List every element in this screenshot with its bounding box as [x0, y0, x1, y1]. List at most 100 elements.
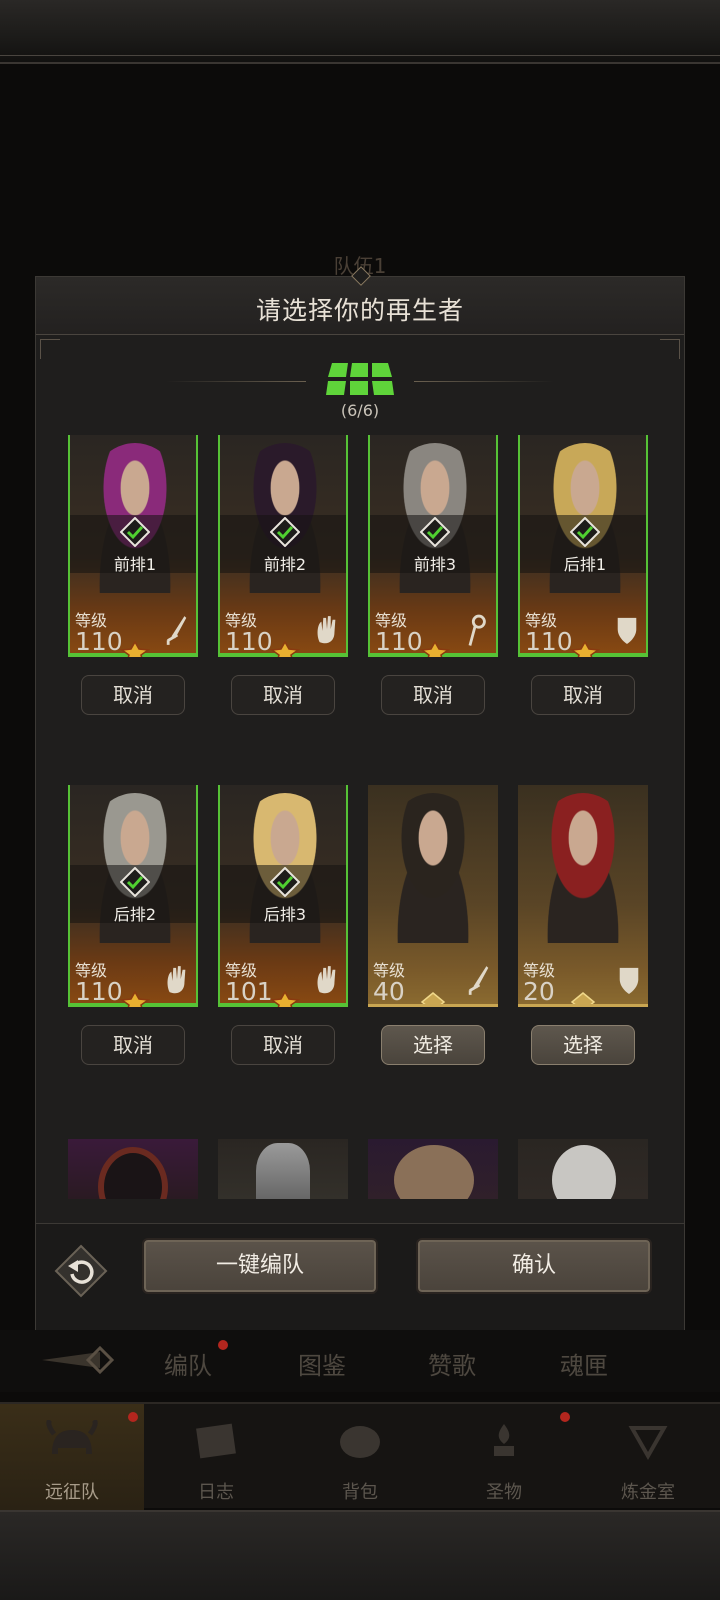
hero-card-partial[interactable] [68, 1139, 198, 1199]
bag-icon [340, 1426, 380, 1458]
tab-hymn[interactable]: 赞歌 [428, 1346, 476, 1381]
alchemy-icon [628, 1426, 668, 1460]
confirm-button[interactable]: 确认 [416, 1238, 652, 1294]
back-arrow-icon[interactable] [40, 1342, 124, 1378]
hero-frame: 等级 20 [518, 785, 648, 1007]
divider-right [414, 381, 554, 382]
cancel-button[interactable]: 取消 [531, 675, 635, 715]
level-value: 40 [373, 977, 405, 1006]
bottom-nav: 远征队 日志 背包 圣物 炼金室 [0, 1402, 720, 1510]
slot-label: 前排3 [413, 555, 457, 574]
hero-card-partial[interactable] [218, 1139, 348, 1199]
rank-diamond-icon [570, 992, 596, 1004]
hero-select-modal: 请选择你的再生者 (6/6) 前排1 等级 110 取消 前排2 等级 110 取消 前排3 等级… [35, 266, 685, 1352]
check-icon [270, 517, 300, 547]
check-icon [570, 517, 600, 547]
select-button[interactable]: 选择 [531, 1025, 635, 1065]
top-frame [0, 0, 720, 64]
cancel-button[interactable]: 取消 [81, 675, 185, 715]
slot-label: 前排1 [113, 555, 157, 574]
auto-team-button[interactable]: 一键编队 [142, 1238, 378, 1294]
sword-icon [468, 966, 489, 995]
notification-dot [560, 1412, 570, 1422]
shield-icon [617, 617, 637, 644]
hero-portrait [256, 1143, 310, 1199]
hero-card[interactable]: 等级 40 [368, 785, 498, 1013]
star-rank-icon [119, 991, 151, 1007]
hand-icon [317, 616, 336, 644]
star-rank-icon [269, 641, 301, 657]
check-icon [120, 517, 150, 547]
rank-diamond-icon [420, 992, 446, 1004]
torch-icon [494, 1424, 514, 1456]
hero-portrait [528, 793, 638, 943]
cancel-button[interactable]: 取消 [231, 1025, 335, 1065]
hero-card[interactable]: 前排1 等级 110 [68, 435, 198, 663]
hero-card-partial[interactable] [518, 1139, 648, 1199]
star-rank-icon [269, 991, 301, 1007]
notification-dot [128, 1412, 138, 1422]
team-count: (6/6) [340, 401, 380, 420]
nav-item[interactable]: 远征队 [0, 1404, 144, 1510]
nav-item[interactable]: 背包 [288, 1404, 432, 1510]
hero-card[interactable]: 等级 20 [518, 785, 648, 1013]
cancel-button[interactable]: 取消 [381, 675, 485, 715]
select-button[interactable]: 选择 [381, 1025, 485, 1065]
staff-icon [468, 614, 486, 646]
tab-soul-box[interactable]: 魂匣 [560, 1346, 608, 1381]
modal-title: 请选择你的再生者 [255, 296, 464, 325]
nav-label: 日志 [198, 1482, 234, 1503]
nav-item[interactable]: 日志 [144, 1404, 288, 1510]
nav-item[interactable]: 圣物 [432, 1404, 576, 1510]
nav-label: 背包 [342, 1482, 378, 1503]
hero-card[interactable]: 后排2 等级 110 [68, 785, 198, 1013]
hero-frame: 前排1 等级 110 [68, 435, 198, 657]
sword-icon [166, 616, 187, 645]
nav-label: 圣物 [486, 1482, 522, 1503]
star-rank-icon [419, 641, 451, 657]
hero-frame: 前排3 等级 110 [368, 435, 498, 657]
hero-card[interactable]: 后排1 等级 110 [518, 435, 648, 663]
cancel-button[interactable]: 取消 [81, 1025, 185, 1065]
frame-corner [660, 339, 680, 359]
hero-portrait [98, 1147, 168, 1199]
star-rank-icon [569, 641, 601, 657]
hero-portrait [552, 1145, 616, 1199]
level-value: 110 [75, 977, 123, 1006]
hero-frame: 前排2 等级 110 [218, 435, 348, 657]
bottom-frame [0, 1510, 720, 1600]
level-value: 20 [523, 977, 555, 1006]
hero-frame: 等级 40 [368, 785, 498, 1007]
scroll-icon [196, 1423, 236, 1459]
hero-card[interactable]: 后排3 等级 101 [218, 785, 348, 1013]
check-icon [420, 517, 450, 547]
tab-formation[interactable]: 编队 [164, 1346, 212, 1381]
star-rank-icon [119, 641, 151, 657]
helmet-icon [46, 1420, 98, 1454]
tab-codex[interactable]: 图鉴 [298, 1346, 346, 1381]
frame-corner [40, 339, 60, 359]
hand-icon [167, 966, 186, 994]
reset-button[interactable] [54, 1244, 108, 1298]
check-icon [270, 867, 300, 897]
hero-frame: 后排3 等级 101 [218, 785, 348, 1007]
hero-card[interactable]: 前排3 等级 110 [368, 435, 498, 663]
team-count-row: (6/6) [36, 361, 684, 421]
level-value: 110 [225, 627, 273, 656]
level-value: 110 [525, 627, 573, 656]
slot-label: 前排2 [263, 555, 307, 574]
nav-label: 炼金室 [621, 1482, 675, 1503]
slot-label: 后排2 [113, 905, 157, 924]
notification-dot [218, 1340, 228, 1350]
slot-label: 后排1 [563, 555, 607, 574]
hero-frame: 后排1 等级 110 [518, 435, 648, 657]
shield-icon [619, 967, 639, 994]
cancel-button[interactable]: 取消 [231, 675, 335, 715]
hero-frame: 后排2 等级 110 [68, 785, 198, 1007]
slot-label: 后排3 [263, 905, 307, 924]
hero-portrait [378, 793, 488, 943]
nav-item[interactable]: 炼金室 [576, 1404, 720, 1510]
hero-portrait [394, 1145, 474, 1199]
hero-card-partial[interactable] [368, 1139, 498, 1199]
hero-card[interactable]: 前排2 等级 110 [218, 435, 348, 663]
